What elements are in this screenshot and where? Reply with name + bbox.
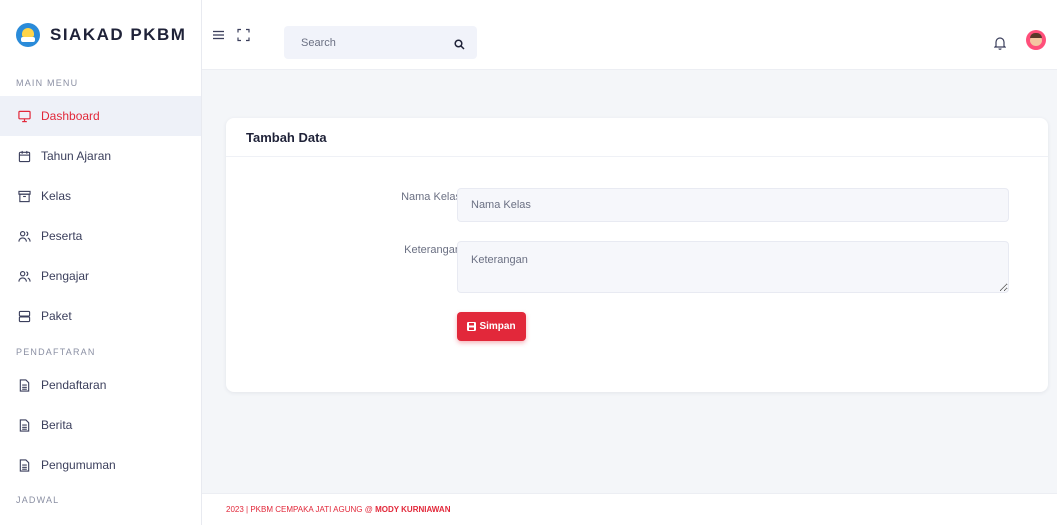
sidebar-item-label: Tahun Ajaran — [41, 149, 112, 163]
sidebar-item-berita[interactable]: Berita — [0, 405, 201, 445]
brand-title: SIAKAD PKBM — [50, 25, 187, 44]
sidebar-item-label: Pendaftaran — [41, 378, 107, 392]
sidebar-item-label: Dashboard — [41, 109, 100, 123]
topbar — [202, 0, 1057, 70]
sidebar-item-label: Pengajar — [41, 269, 90, 283]
file-icon — [18, 418, 31, 432]
archive-icon — [18, 190, 31, 203]
sidebar-item-tahun-ajaran[interactable]: Tahun Ajaran — [0, 136, 201, 176]
search-box — [284, 26, 477, 59]
bell-icon[interactable] — [993, 36, 1007, 50]
keterangan-textarea[interactable] — [457, 241, 1009, 293]
search-icon[interactable] — [454, 37, 465, 50]
tambah-data-card: Tambah Data Nama Kelas Keterangan Simpan — [226, 118, 1048, 392]
server-icon — [18, 310, 31, 323]
sidebar-item-kelas[interactable]: Kelas — [0, 176, 201, 216]
simpan-label: Simpan — [479, 321, 516, 332]
sidebar-item-label: Peserta — [41, 229, 83, 243]
brand[interactable]: SIAKAD PKBM — [0, 0, 201, 70]
fullscreen-icon[interactable] — [237, 28, 250, 42]
sidebar-item-dashboard[interactable]: Dashboard — [0, 96, 201, 136]
sidebar-item-label: Paket — [41, 309, 72, 323]
sidebar-item-label: Pengumuman — [41, 458, 116, 472]
sidebar-item-peserta[interactable]: Peserta — [0, 216, 201, 256]
sidebar-item-label: Kelas — [41, 189, 72, 203]
users-icon — [18, 270, 31, 283]
sidebar-item-paket[interactable]: Paket — [0, 296, 201, 336]
menu-header-main: MAIN MENU — [16, 78, 79, 88]
sidebar-item-label: Berita — [41, 418, 73, 432]
logo-icon — [16, 23, 40, 47]
footer-author[interactable]: MODY KURNIAWAN — [375, 505, 450, 514]
footer-text: 2023 | PKBM CEMPAKA JATI AGUNG @ — [226, 505, 376, 514]
menu-header-jadwal: JADWAL — [16, 495, 60, 505]
sidebar-item-pengumuman[interactable]: Pengumuman — [0, 445, 201, 485]
menu-toggle-icon[interactable] — [212, 29, 225, 42]
monitor-icon — [18, 110, 31, 123]
sidebar-item-pendaftaran[interactable]: Pendaftaran — [0, 365, 201, 405]
users-icon — [18, 230, 31, 243]
menu-header-pendaftaran: PENDAFTARAN — [16, 347, 96, 357]
nama-kelas-input[interactable] — [457, 188, 1009, 222]
sidebar-item-pengajar[interactable]: Pengajar — [0, 256, 201, 296]
nama-kelas-label: Nama Kelas — [401, 191, 461, 203]
simpan-button[interactable]: Simpan — [457, 312, 526, 341]
footer: 2023 | PKBM CEMPAKA JATI AGUNG @ MODY KU… — [202, 493, 1057, 525]
save-icon — [467, 322, 477, 331]
calendar-icon — [18, 150, 31, 163]
avatar[interactable] — [1026, 30, 1046, 50]
card-title: Tambah Data — [226, 118, 1048, 157]
keterangan-label: Keterangan — [404, 244, 461, 256]
file-icon — [18, 378, 31, 392]
file-icon — [18, 458, 31, 472]
search-input[interactable] — [284, 36, 444, 49]
sidebar: SIAKAD PKBM MAIN MENU Dashboard Tahun Aj… — [0, 0, 202, 525]
